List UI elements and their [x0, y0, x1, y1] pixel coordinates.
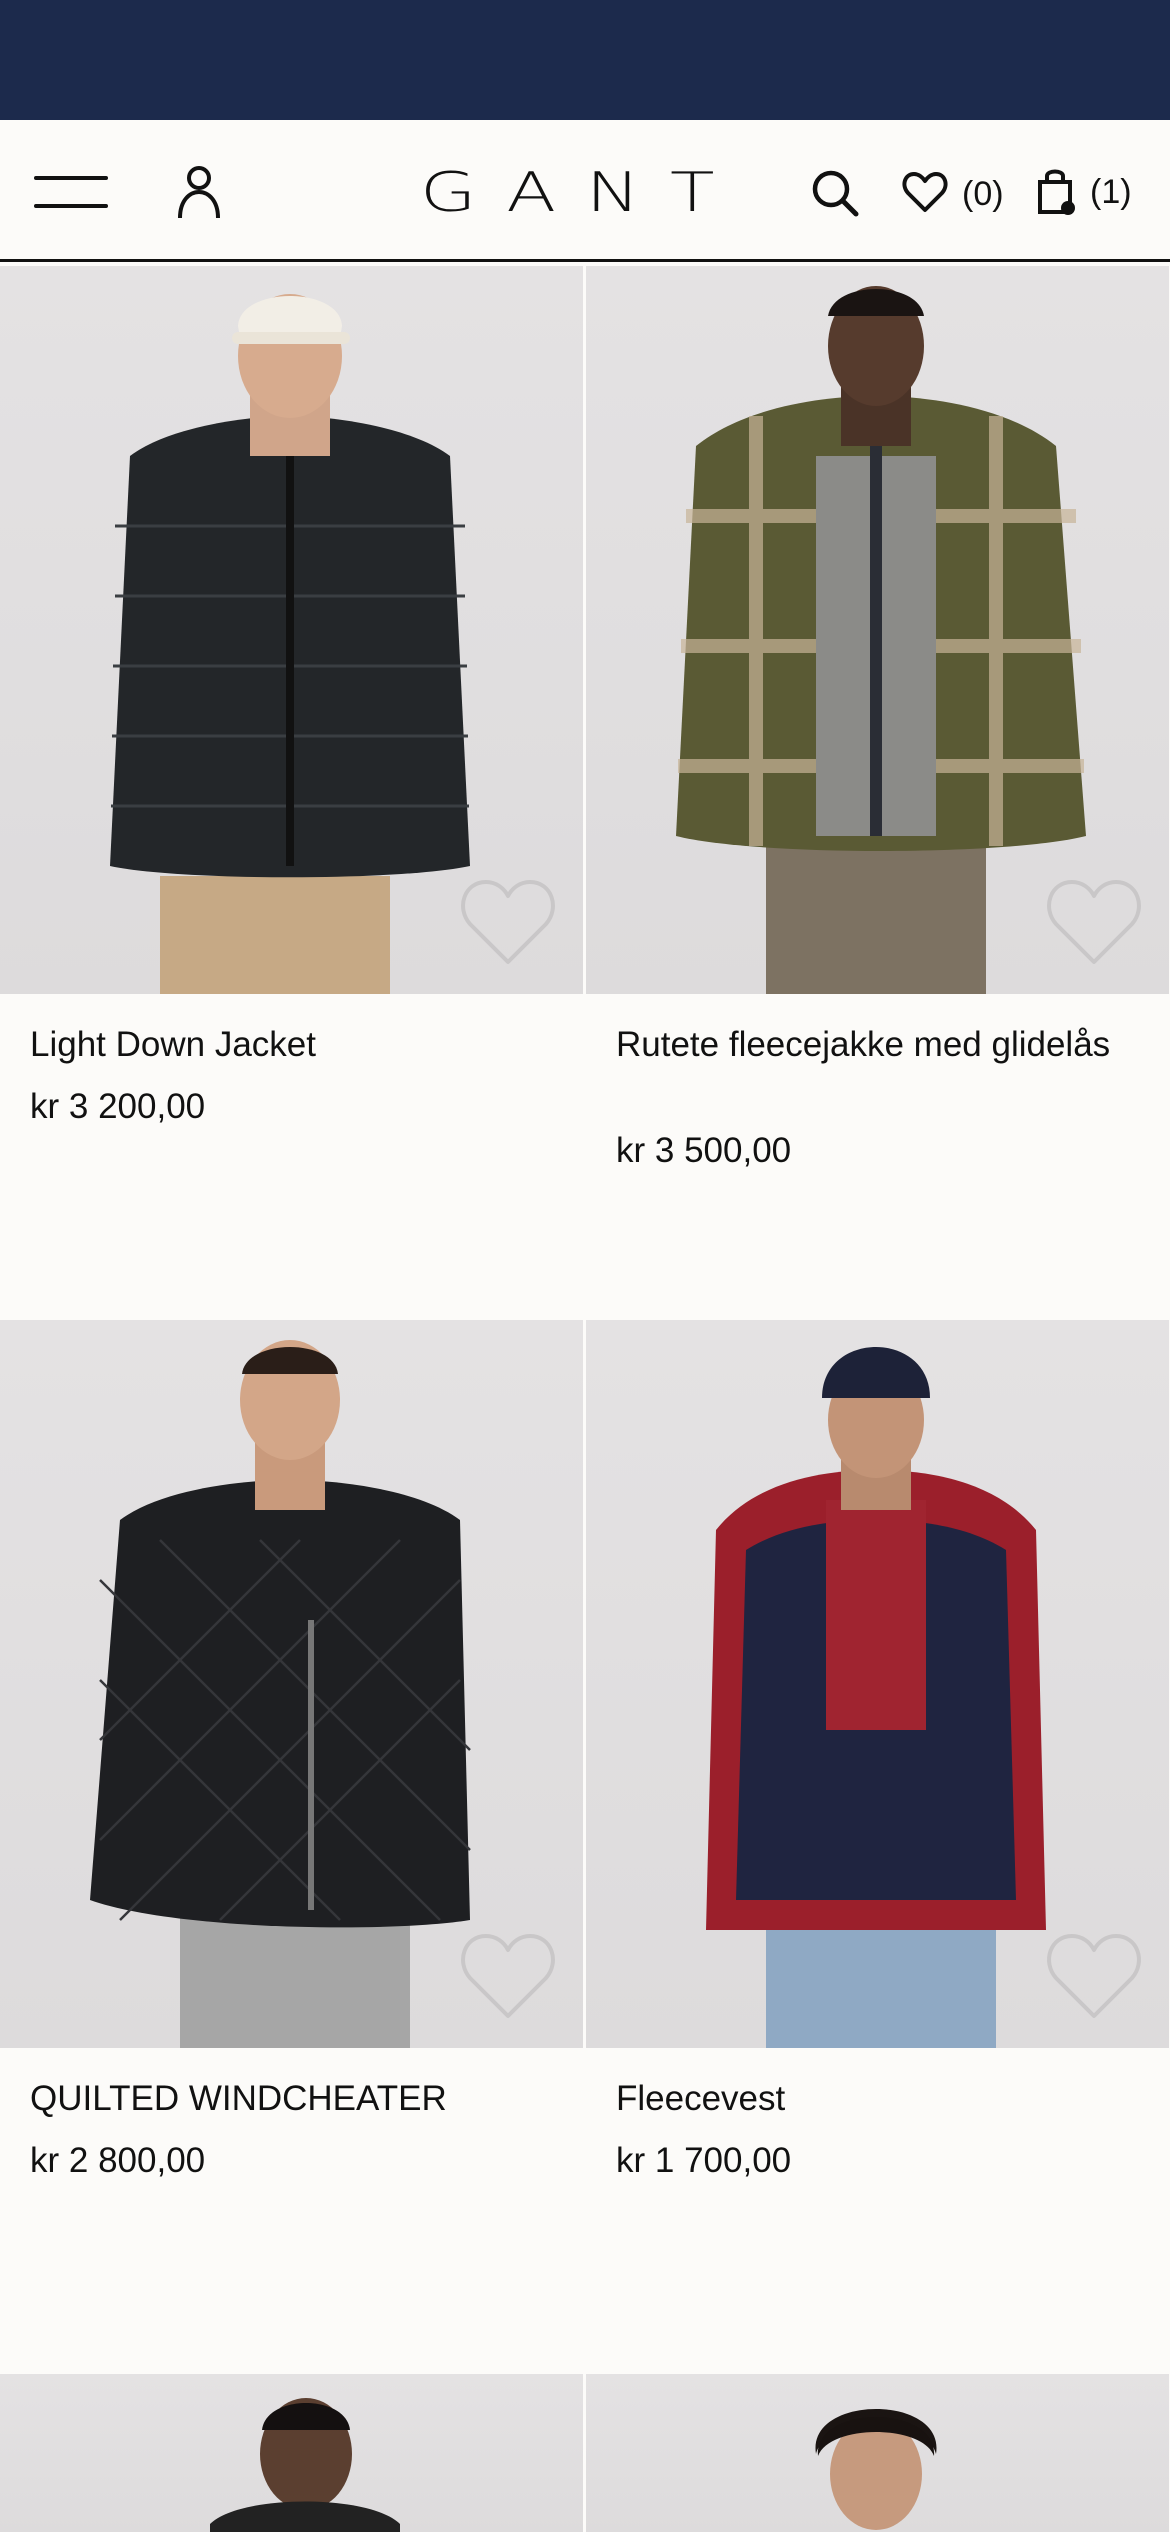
product-price: kr 1 700,00: [616, 2141, 792, 2180]
product-card[interactable]: Fleecevest kr 1 700,00: [586, 1320, 1169, 2370]
product-card[interactable]: Light Down Jacket kr 3 200,00: [0, 266, 583, 1316]
cart-count: (1): [1090, 173, 1132, 211]
model-photo: [815, 2409, 937, 2530]
product-image[interactable]: [0, 2374, 583, 2532]
product-name[interactable]: Fleecevest: [616, 2078, 1136, 2120]
top-status-band: [0, 0, 1170, 120]
site-header: GANT (0) (1): [0, 120, 1170, 262]
account-button[interactable]: [176, 164, 222, 220]
product-card[interactable]: Rutete fleecejakke med glidelås kr 3 500…: [586, 266, 1169, 1316]
search-button[interactable]: [810, 168, 860, 218]
cart-button[interactable]: (1): [1036, 164, 1146, 218]
shopping-bag-icon: [1038, 169, 1075, 215]
menu-line: [34, 204, 108, 208]
product-card[interactable]: [586, 2374, 1169, 2532]
menu-line: [34, 176, 108, 180]
wishlist-button[interactable]: (0): [902, 166, 1012, 216]
add-to-wishlist-button[interactable]: [1044, 874, 1144, 968]
heart-outline-icon: [1047, 880, 1141, 964]
heart-outline-icon: [461, 1934, 555, 2018]
product-card[interactable]: QUILTED WINDCHEATER kr 2 800,00: [0, 1320, 583, 2370]
gant-logo[interactable]: GANT: [420, 158, 866, 228]
add-to-wishlist-button[interactable]: [458, 874, 558, 968]
product-card[interactable]: [0, 2374, 583, 2532]
product-name[interactable]: Light Down Jacket: [30, 1024, 550, 1066]
heart-icon: [902, 172, 948, 212]
product-name[interactable]: Rutete fleecejakke med glidelås: [616, 1024, 1136, 1066]
product-image[interactable]: [586, 2374, 1169, 2532]
wishlist-count: (0): [962, 175, 1004, 213]
menu-button[interactable]: [34, 172, 110, 212]
user-icon: [178, 166, 220, 219]
add-to-wishlist-button[interactable]: [458, 1928, 558, 2022]
heart-outline-icon: [461, 880, 555, 964]
add-to-wishlist-button[interactable]: [1044, 1928, 1144, 2022]
heart-outline-icon: [1047, 1934, 1141, 2018]
product-price: kr 3 500,00: [616, 1131, 792, 1170]
product-price: kr 2 800,00: [30, 2141, 206, 2180]
search-icon: [812, 170, 859, 217]
model-photo: [210, 2398, 400, 2532]
product-name[interactable]: QUILTED WINDCHEATER: [30, 2078, 550, 2120]
product-price: kr 3 200,00: [30, 1087, 206, 1126]
